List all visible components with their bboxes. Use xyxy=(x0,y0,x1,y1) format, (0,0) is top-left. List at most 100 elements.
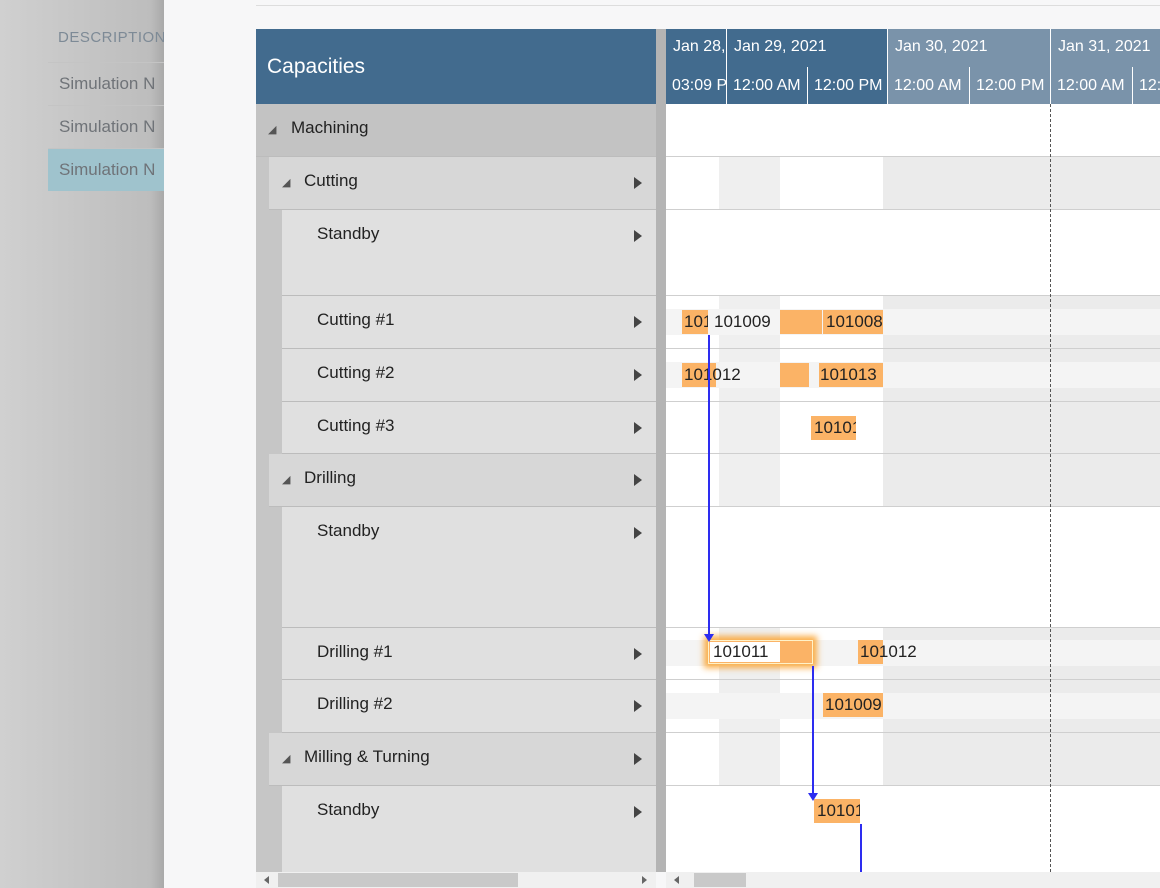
row-arrow-icon[interactable] xyxy=(634,369,642,381)
tree-row-cutting-1[interactable]: Cutting #1 xyxy=(282,296,656,349)
row-divider xyxy=(666,401,1160,402)
row-arrow-icon[interactable] xyxy=(634,806,642,818)
row-divider xyxy=(666,209,1160,210)
expand-triangle-icon[interactable]: ◢ xyxy=(282,473,290,486)
time-header: 12:00 AM xyxy=(727,67,808,104)
task-label: 10101 xyxy=(814,418,856,437)
row-arrow-icon[interactable] xyxy=(634,527,642,539)
row-divider xyxy=(666,348,1160,349)
timeline-row-bg xyxy=(666,210,1160,296)
timeline-horizontal-scrollbar[interactable] xyxy=(666,872,1160,888)
task-label: 101011 xyxy=(713,642,769,661)
scroll-left-icon[interactable] xyxy=(674,876,679,884)
task-label: 101013 xyxy=(820,365,877,384)
time-header: 12:00 AM xyxy=(888,67,970,104)
grid-horizontal-scrollbar[interactable] xyxy=(256,872,656,888)
capacities-header[interactable]: Capacities xyxy=(256,29,656,104)
tree-row-label: Drilling #2 xyxy=(317,694,393,713)
simulation-list: DESCRIPTION Simulation N Simulation N Si… xyxy=(48,22,164,191)
gantt-timeline: Jan 28, Jan 29, 2021 Jan 30, 2021 Jan 31… xyxy=(666,29,1160,872)
date-header: Jan 30, 2021 xyxy=(888,29,1051,67)
tree-row-label: Cutting xyxy=(304,171,358,190)
dependency-line[interactable] xyxy=(708,335,710,635)
description-column-header[interactable]: DESCRIPTION xyxy=(48,22,164,63)
simulation-list-item[interactable]: Simulation N xyxy=(48,106,164,149)
tree-row-label: Standby xyxy=(317,800,380,819)
scroll-thumb[interactable] xyxy=(278,873,518,887)
task-label: 101009 xyxy=(825,695,882,714)
tree-row-drilling-2[interactable]: Drilling #2 xyxy=(282,680,656,733)
row-arrow-icon[interactable] xyxy=(634,648,642,660)
tree-row-cutting-3[interactable]: Cutting #3 xyxy=(282,402,656,454)
tree-row-standby[interactable]: Standby xyxy=(282,507,656,628)
time-header: 12:00 AM xyxy=(1051,67,1133,104)
row-arrow-icon[interactable] xyxy=(634,422,642,434)
task-label: 101009 xyxy=(714,312,771,331)
task-label: 101012 xyxy=(684,365,741,384)
timeline-row-bg xyxy=(666,786,1160,872)
date-header: Jan 31, 2021 xyxy=(1051,29,1160,67)
current-time-line xyxy=(1050,104,1051,872)
task-label: 101 xyxy=(684,312,708,331)
task-label: 101008 xyxy=(826,312,883,331)
tree-row-cutting[interactable]: ◢ Cutting xyxy=(269,157,656,210)
tree-row-drilling[interactable]: ◢ Drilling xyxy=(269,454,656,507)
row-divider xyxy=(666,295,1160,296)
timeline-row-bg xyxy=(666,507,1160,628)
tree-row-milling-turning[interactable]: ◢ Milling & Turning xyxy=(269,733,656,786)
row-arrow-icon[interactable] xyxy=(634,230,642,242)
tree-row-label: Standby xyxy=(317,224,380,243)
task-bar[interactable] xyxy=(780,363,809,387)
tree-row-standby[interactable]: Standby xyxy=(282,210,656,296)
dependency-line[interactable] xyxy=(812,666,814,794)
expand-triangle-icon[interactable]: ◢ xyxy=(268,123,276,136)
task-bar[interactable] xyxy=(780,310,822,334)
tree-row-standby[interactable]: Standby xyxy=(282,786,656,872)
expand-triangle-icon[interactable]: ◢ xyxy=(282,176,290,189)
row-arrow-icon[interactable] xyxy=(634,753,642,765)
dependency-arrowhead-icon xyxy=(808,793,818,801)
row-arrow-icon[interactable] xyxy=(634,700,642,712)
row-divider xyxy=(666,679,1160,680)
row-divider xyxy=(666,453,1160,454)
time-header: 03:09 P xyxy=(666,67,727,104)
task-label: 10101 xyxy=(817,801,860,820)
row-divider xyxy=(666,785,1160,786)
tree-row-label: Cutting #1 xyxy=(317,310,395,329)
task-label: 101012 xyxy=(860,642,917,661)
row-arrow-icon[interactable] xyxy=(634,474,642,486)
scroll-right-icon[interactable] xyxy=(642,876,647,884)
tree-row-label: Machining xyxy=(291,118,369,137)
row-strip xyxy=(666,693,1160,719)
row-divider xyxy=(666,506,1160,507)
tree-row-label: Cutting #3 xyxy=(317,416,395,435)
time-header: 12:00 PM xyxy=(970,67,1051,104)
tree-row-label: Drilling #1 xyxy=(317,642,393,661)
timeline-row-bg xyxy=(666,104,1160,157)
scroll-thumb[interactable] xyxy=(694,873,746,887)
expand-triangle-icon[interactable]: ◢ xyxy=(282,752,290,765)
dependency-arrowhead-icon xyxy=(704,634,714,642)
divider xyxy=(256,5,1160,6)
capacities-grid: Capacities ◢ Machining ◢ Cutting Standby… xyxy=(256,29,656,872)
simulation-list-item[interactable]: Simulation N xyxy=(48,63,164,106)
date-header: Jan 29, 2021 xyxy=(727,29,888,67)
tree-row-label: Standby xyxy=(317,521,380,540)
time-header: 12: xyxy=(1133,67,1160,104)
row-divider xyxy=(666,156,1160,157)
tree-row-drilling-1[interactable]: Drilling #1 xyxy=(282,628,656,680)
tree-row-label: Milling & Turning xyxy=(304,747,430,766)
time-header: 12:00 PM xyxy=(808,67,888,104)
simulation-list-item-selected[interactable]: Simulation N xyxy=(48,149,164,191)
grid-splitter[interactable] xyxy=(656,29,666,872)
row-divider xyxy=(666,732,1160,733)
tree-row-cutting-2[interactable]: Cutting #2 xyxy=(282,349,656,402)
row-arrow-icon[interactable] xyxy=(634,316,642,328)
dependency-line[interactable] xyxy=(860,824,862,872)
date-header: Jan 28, xyxy=(666,29,727,67)
tree-row-machining[interactable]: ◢ Machining xyxy=(256,104,656,157)
row-arrow-icon[interactable] xyxy=(634,177,642,189)
tree-row-label: Drilling xyxy=(304,468,356,487)
scroll-left-icon[interactable] xyxy=(264,876,269,884)
tree-row-label: Cutting #2 xyxy=(317,363,395,382)
